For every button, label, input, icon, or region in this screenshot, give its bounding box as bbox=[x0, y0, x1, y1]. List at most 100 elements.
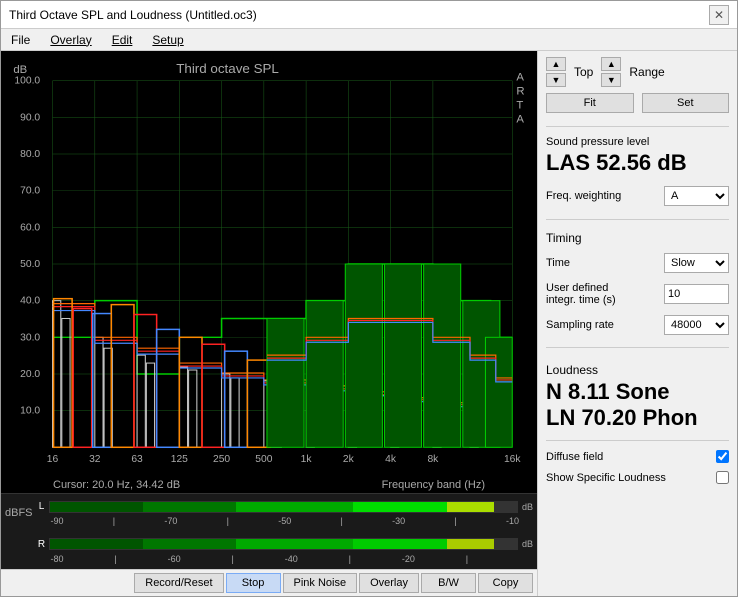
svg-text:100.0: 100.0 bbox=[14, 76, 40, 87]
svg-text:20.0: 20.0 bbox=[20, 369, 40, 380]
tick-r-2: | bbox=[114, 554, 116, 564]
tick-l-1: -90 bbox=[51, 516, 64, 526]
menu-file[interactable]: File bbox=[7, 32, 34, 48]
bottom-buttons: Record/Reset Stop Pink Noise Overlay B/W… bbox=[1, 569, 537, 596]
tick-l-8: | bbox=[454, 516, 456, 526]
tick-l-9: -10 bbox=[506, 516, 519, 526]
svg-text:1k: 1k bbox=[301, 454, 313, 465]
time-label: Time bbox=[546, 257, 570, 269]
svg-text:30.0: 30.0 bbox=[20, 332, 40, 343]
svg-text:70.0: 70.0 bbox=[20, 186, 40, 197]
svg-text:125: 125 bbox=[171, 454, 189, 465]
tick-l-3: -70 bbox=[164, 516, 177, 526]
arta-label: A bbox=[516, 72, 524, 84]
range-up-button[interactable]: ▲ bbox=[601, 57, 621, 71]
top-label: Top bbox=[574, 65, 593, 79]
range-label: Range bbox=[629, 65, 664, 79]
time-row: Time Slow Fast Impulse bbox=[546, 253, 729, 273]
svg-text:50.0: 50.0 bbox=[20, 259, 40, 270]
close-button[interactable]: ✕ bbox=[709, 5, 729, 25]
divider-2 bbox=[546, 219, 729, 220]
svg-text:60.0: 60.0 bbox=[20, 222, 40, 233]
meter-section: L dB -90 bbox=[37, 499, 533, 526]
pink-noise-button[interactable]: Pink Noise bbox=[283, 573, 358, 593]
overlay-button[interactable]: Overlay bbox=[359, 573, 419, 593]
copy-button[interactable]: Copy bbox=[478, 573, 533, 593]
right-ch-label: R bbox=[37, 539, 47, 550]
tick-r-6: | bbox=[349, 554, 351, 564]
meter-ticks-r: -80 | -60 | -40 | -20 | bbox=[37, 554, 533, 564]
title-bar: Third Octave SPL and Loudness (Untitled.… bbox=[1, 1, 737, 29]
set-button[interactable]: Set bbox=[642, 93, 730, 113]
top-up-button[interactable]: ▲ bbox=[546, 57, 566, 71]
dbfs-l-unit: dB bbox=[522, 502, 533, 512]
freq-band-label: Frequency band (Hz) bbox=[382, 479, 485, 491]
tick-r-1: -80 bbox=[51, 554, 64, 564]
show-specific-checkbox[interactable] bbox=[716, 471, 729, 484]
menu-bar: File Overlay Edit Setup bbox=[1, 29, 737, 51]
dbfs-label: dBFS bbox=[5, 507, 33, 519]
fit-set-buttons: Fit Set bbox=[546, 93, 729, 113]
show-specific-row: Show Specific Loudness bbox=[546, 471, 729, 484]
svg-text:80.0: 80.0 bbox=[20, 149, 40, 160]
divider-3 bbox=[546, 347, 729, 348]
svg-text:16k: 16k bbox=[504, 454, 522, 465]
sampling-rate-select[interactable]: 44100 48000 96000 bbox=[664, 315, 729, 335]
main-content: dB Third octave SPL A R T A bbox=[1, 51, 737, 596]
range-nav-col: ▲ ▼ bbox=[601, 57, 621, 87]
n-value: N 8.11 Sone bbox=[546, 379, 729, 405]
cursor-bar: Cursor: 20.0 Hz, 34.42 dB Frequency band… bbox=[1, 477, 537, 493]
menu-setup[interactable]: Setup bbox=[148, 32, 187, 48]
svg-text:32: 32 bbox=[89, 454, 101, 465]
svg-text:4k: 4k bbox=[385, 454, 397, 465]
tick-r-5: -40 bbox=[285, 554, 298, 564]
time-select[interactable]: Slow Fast Impulse bbox=[664, 253, 729, 273]
sampling-rate-row: Sampling rate 44100 48000 96000 bbox=[546, 315, 729, 335]
cursor-info: Cursor: 20.0 Hz, 34.42 dB bbox=[53, 479, 180, 491]
svg-text:10.0: 10.0 bbox=[20, 406, 40, 417]
top-down-button[interactable]: ▼ bbox=[546, 73, 566, 87]
user-defined-input[interactable] bbox=[664, 284, 729, 304]
dbfs-bar: dBFS L dB bbox=[1, 493, 537, 531]
record-reset-button[interactable]: Record/Reset bbox=[134, 573, 223, 593]
window-title: Third Octave SPL and Loudness (Untitled.… bbox=[9, 8, 257, 22]
user-defined-row: User definedintegr. time (s) bbox=[546, 282, 729, 306]
svg-text:16: 16 bbox=[47, 454, 59, 465]
meter-ticks-l: -90 | -70 | -50 | -30 | -10 bbox=[37, 516, 533, 526]
range-down-button[interactable]: ▼ bbox=[601, 73, 621, 87]
svg-text:2k: 2k bbox=[343, 454, 355, 465]
arta-label3: T bbox=[516, 100, 523, 112]
menu-overlay[interactable]: Overlay bbox=[46, 32, 95, 48]
left-ch-label: L bbox=[37, 501, 47, 512]
main-window: Third Octave SPL and Loudness (Untitled.… bbox=[0, 0, 738, 597]
right-panel: ▲ ▼ Top ▲ ▼ Range Fit Set Sound pressure… bbox=[537, 51, 737, 596]
meter-bar-l bbox=[49, 501, 518, 513]
tick-l-2: | bbox=[113, 516, 115, 526]
svg-text:63: 63 bbox=[131, 454, 143, 465]
diffuse-field-checkbox[interactable] bbox=[716, 450, 729, 463]
show-specific-label: Show Specific Loudness bbox=[546, 472, 666, 484]
chart-area: dB Third octave SPL A R T A bbox=[1, 51, 537, 596]
tick-r-4: | bbox=[232, 554, 234, 564]
tick-l-7: -30 bbox=[392, 516, 405, 526]
freq-weighting-select[interactable]: A B C Z bbox=[664, 186, 729, 206]
dbfs-bar-r: dBFS R dB bbox=[1, 531, 537, 569]
stop-button[interactable]: Stop bbox=[226, 573, 281, 593]
freq-weighting-label: Freq. weighting bbox=[546, 190, 621, 202]
fit-button[interactable]: Fit bbox=[546, 93, 634, 113]
spl-section: Sound pressure level LAS 52.56 dB bbox=[546, 136, 729, 176]
svg-text:90.0: 90.0 bbox=[20, 113, 40, 124]
menu-edit[interactable]: Edit bbox=[108, 32, 137, 48]
meter-bar-r bbox=[49, 538, 518, 550]
meter-row-r: R dB bbox=[37, 537, 533, 552]
divider-4 bbox=[546, 440, 729, 441]
diffuse-field-label: Diffuse field bbox=[546, 451, 603, 463]
bw-button[interactable]: B/W bbox=[421, 573, 476, 593]
spl-section-label: Sound pressure level bbox=[546, 136, 729, 148]
timing-header: Timing bbox=[546, 231, 729, 245]
loudness-section: Loudness N 8.11 Sone LN 70.20 Phon bbox=[546, 361, 729, 431]
nav-buttons: ▲ ▼ Top ▲ ▼ Range bbox=[546, 57, 729, 87]
y-axis-label: dB bbox=[13, 64, 27, 76]
sampling-rate-label: Sampling rate bbox=[546, 319, 614, 331]
diffuse-field-row: Diffuse field bbox=[546, 450, 729, 463]
